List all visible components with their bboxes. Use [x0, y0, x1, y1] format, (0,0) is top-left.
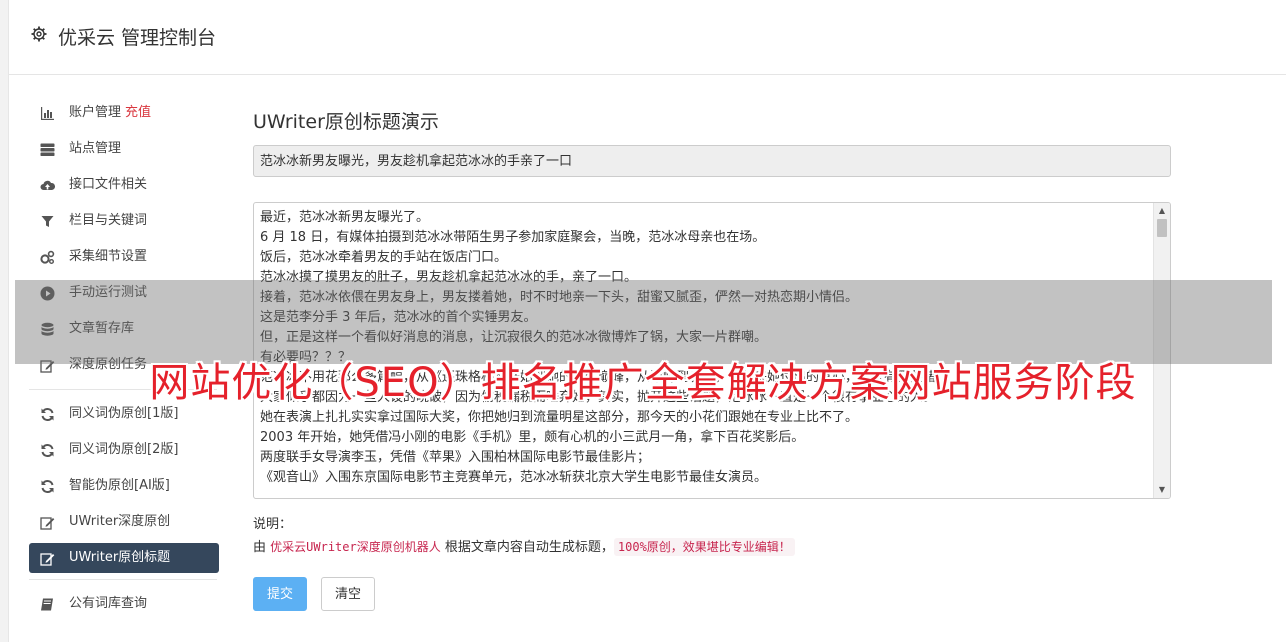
sidebar-item-label: 智能伪原创[AI版]	[69, 478, 170, 493]
sidebar-item-label: 同义词伪原创[1版]	[69, 406, 179, 421]
page-title: UWriter原创标题演示	[253, 111, 439, 133]
content-line: 两度联手女导演李玉，凭借《苹果》入围柏林国际电影节最佳影片；	[260, 450, 651, 465]
sidebar-item-uwriter-deep[interactable]: UWriter深度原创	[29, 504, 219, 540]
edit-icon	[40, 515, 55, 530]
clear-button[interactable]: 清空	[321, 577, 375, 611]
server-icon	[40, 142, 55, 157]
sidebar-item-label: 公有词库查询	[69, 596, 148, 611]
sidebar-item-uwriter-title[interactable]: UWriter原创标题	[29, 543, 219, 573]
content-line: 6 月 18 日，有媒体拍摄到范冰冰带陌生男子参加家庭聚会，当晚，范冰冰母亲也在…	[260, 230, 766, 245]
note-highlight: 优采云UWriter深度原创机器人	[270, 540, 441, 554]
recharge-link[interactable]: 充值	[125, 105, 151, 120]
gear-icon	[31, 26, 47, 42]
sidebar-item-label: 采集细节设置	[69, 249, 148, 264]
note-label: 说明：	[253, 517, 293, 532]
sidebar-item-account[interactable]: 账户管理 充值	[29, 95, 219, 131]
overlay-band	[15, 280, 1272, 364]
sidebar-item-synonym-v2[interactable]: 同义词伪原创[2版]	[29, 432, 219, 468]
sidebar-item-smart-ai[interactable]: 智能伪原创[AI版]	[29, 468, 219, 504]
sidebar-item-label: 接口文件相关	[69, 177, 148, 192]
sidebar-item-collect-settings[interactable]: 采集细节设置	[29, 239, 219, 275]
cloud-upload-icon	[40, 178, 55, 193]
refresh-icon	[40, 443, 55, 458]
note-middle: 根据文章内容自动生成标题，	[444, 540, 614, 555]
content-line: 饭后，范冰冰牵着男友的手站在饭店门口。	[260, 250, 508, 265]
sidebar-item-columns-keywords[interactable]: 栏目与关键词	[29, 203, 219, 239]
note-text: 由 优采云UWriter深度原创机器人 根据文章内容自动生成标题， 100%原创，…	[253, 536, 795, 556]
content-line: 最近，范冰冰新男友曝光了。	[260, 210, 430, 225]
overlay-banner-text: 网站优化（SEO）排名推广全套解决方案网站服务阶段	[149, 360, 1137, 406]
sidebar-item-public-lexicon[interactable]: 公有词库查询	[29, 586, 219, 622]
edit-icon	[40, 551, 55, 566]
scroll-down-arrow-icon[interactable]: ▼	[1154, 483, 1170, 497]
refresh-icon	[40, 479, 55, 494]
sidebar-item-label: UWriter深度原创	[69, 514, 171, 529]
note-prefix: 由	[253, 540, 267, 555]
gears-icon	[40, 250, 55, 265]
sidebar-item-label: 账户管理	[69, 105, 122, 120]
sidebar-item-sites[interactable]: 站点管理	[29, 131, 219, 167]
book-icon	[40, 597, 55, 612]
sidebar-item-label: 栏目与关键词	[69, 213, 148, 228]
submit-button[interactable]: 提交	[253, 577, 307, 611]
sidebar-item-api-files[interactable]: 接口文件相关	[29, 167, 219, 203]
refresh-icon	[40, 407, 55, 422]
generated-title-field[interactable]: 范冰冰新男友曝光，男友趁机拿起范冰冰的手亲了一口	[253, 145, 1171, 177]
content-line: 《观音山》入围东京国际电影节主竞赛单元，范冰冰斩获北京大学生电影节最佳女演员。	[260, 470, 768, 485]
sidebar-item-label: UWriter原创标题	[69, 550, 171, 565]
sidebar-divider	[29, 579, 217, 580]
scroll-up-arrow-icon[interactable]: ▲	[1154, 204, 1170, 218]
bar-chart-icon	[40, 106, 55, 121]
app-title: 优采云 管理控制台	[58, 27, 217, 49]
note-badge: 100%原创，效果堪比专业编辑！	[613, 538, 795, 556]
filter-icon	[40, 214, 55, 229]
content-line: 她在表演上扎扎实实拿过国际大奖，你把她归到流量明星这部分，那今天的小花们跟她在专…	[260, 410, 859, 425]
top-bar: 优采云 管理控制台	[9, 0, 1286, 75]
sidebar-item-label: 站点管理	[69, 141, 122, 156]
sidebar-item-label: 同义词伪原创[2版]	[69, 442, 179, 457]
scroll-thumb[interactable]	[1157, 219, 1167, 237]
content-line: 2003 年开始，她凭借冯小刚的电影《手机》里，颇有心机的小三武月一角，拿下百花…	[260, 430, 805, 445]
